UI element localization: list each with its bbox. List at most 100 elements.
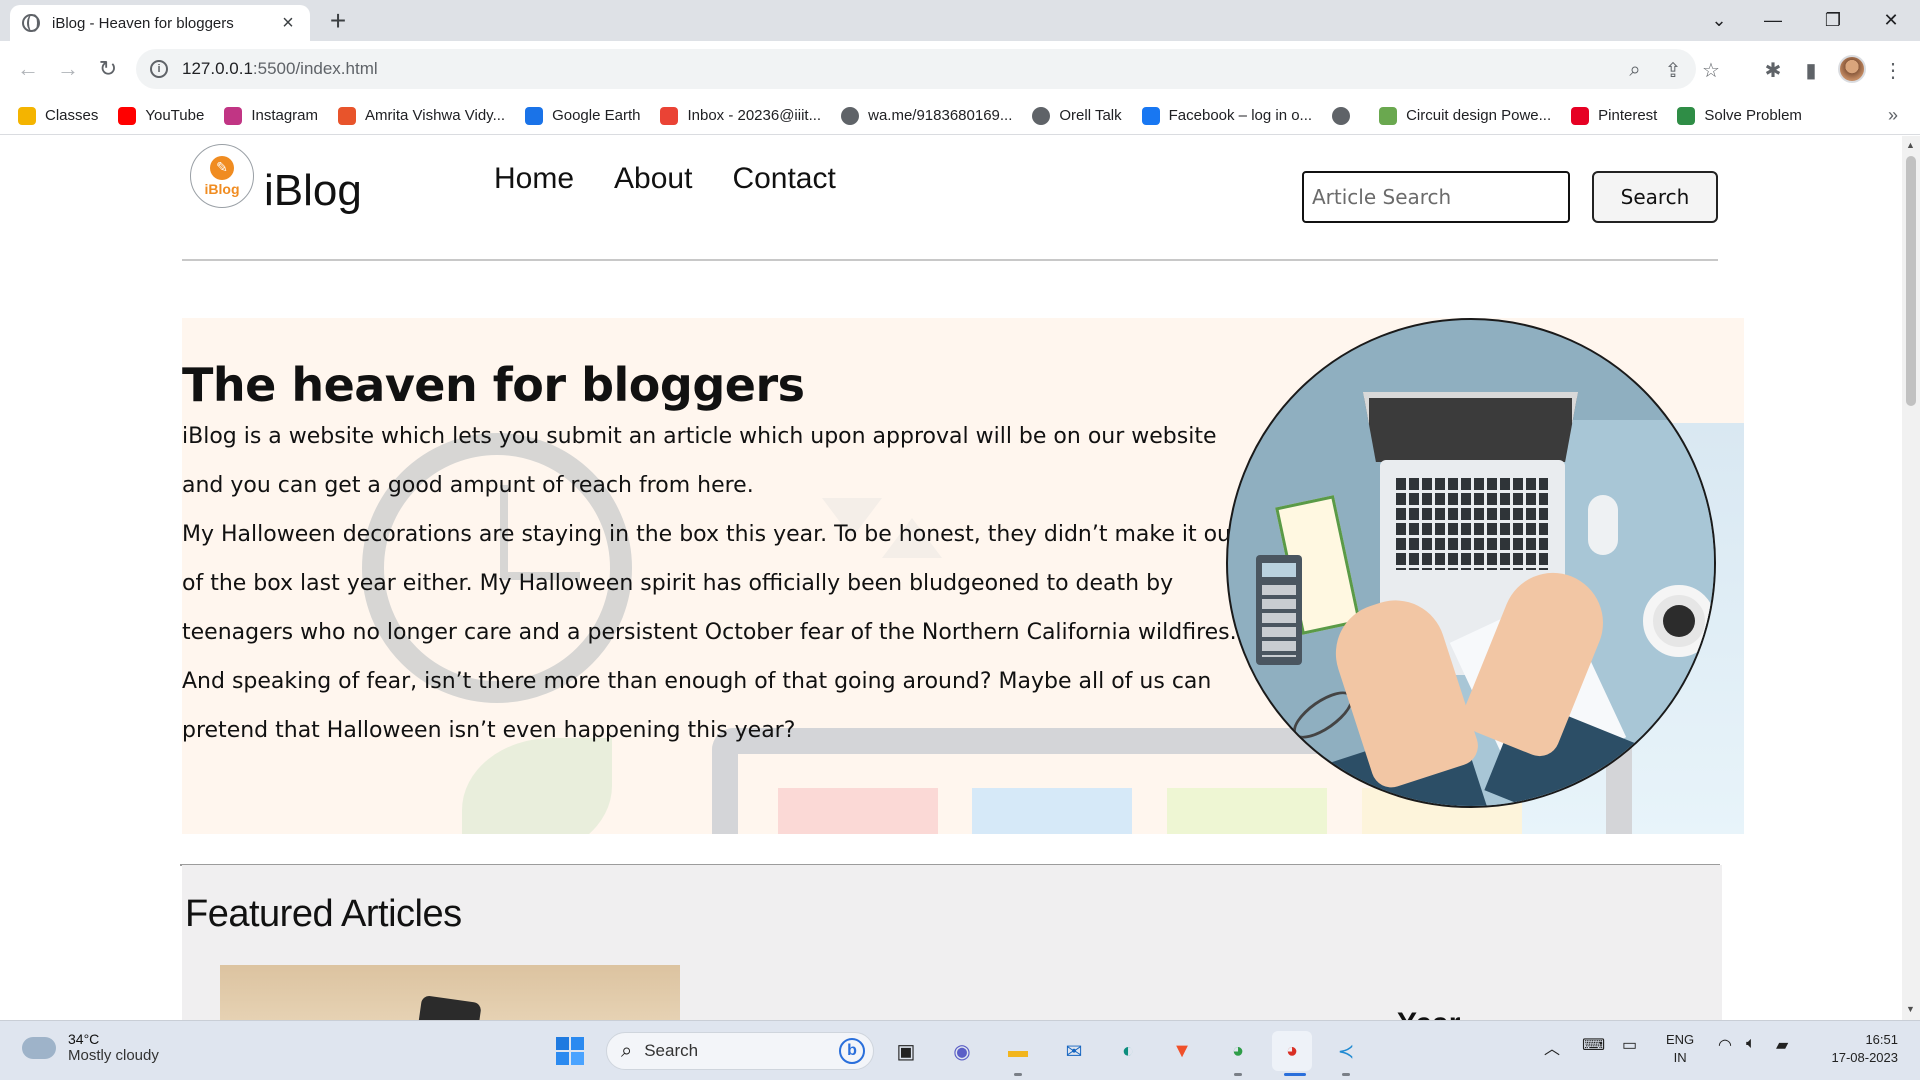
profile-avatar[interactable] [1838, 55, 1866, 83]
side-panel-icon[interactable]: ▮ [1798, 57, 1824, 83]
bookmark-item[interactable]: Instagram [224, 106, 319, 125]
article-card-heading: Year [1397, 1007, 1460, 1020]
reload-button[interactable]: ↻ [90, 51, 126, 87]
volume-icon[interactable]: 🔈︎ [1746, 1035, 1756, 1053]
keyboard-icon[interactable]: ⌨ [1582, 1035, 1605, 1055]
bookmark-item[interactable]: Amrita Vishwa Vidy... [338, 106, 505, 125]
forward-button[interactable]: → [50, 51, 86, 87]
show-hidden-icons-chevron-icon[interactable]: ︿ [1544, 1035, 1560, 1059]
url-text: 127.0.0.1:5500/index.html [182, 59, 378, 78]
site-info-icon[interactable]: i [150, 60, 168, 78]
address-bar[interactable]: i 127.0.0.1:5500/index.html ⌕ ⇪ ☆ [136, 49, 1720, 89]
background-tile [778, 788, 938, 834]
minimize-button[interactable]: — [1750, 0, 1796, 41]
mail-icon[interactable]: ✉ [1054, 1031, 1094, 1071]
new-tab-button[interactable]: + [322, 5, 354, 37]
back-button[interactable]: ← [10, 51, 46, 87]
globe-icon [22, 14, 40, 32]
maximize-button[interactable]: ❐ [1810, 0, 1856, 41]
bookmark-item[interactable]: Pinterest [1571, 106, 1658, 125]
nav-about[interactable]: About [614, 162, 692, 196]
bookmark-item[interactable]: Solve Problem [1677, 106, 1802, 125]
temperature: 34°C [68, 1031, 100, 1047]
search-button[interactable]: Search [1592, 171, 1718, 223]
edge-icon[interactable]: ◐ [1108, 1031, 1148, 1071]
scroll-up-arrow-icon[interactable]: ▲ [1906, 140, 1915, 150]
taskbar-search[interactable]: ⌕ Search b [606, 1032, 874, 1070]
bookmarks-overflow-button[interactable]: » [1888, 105, 1898, 126]
bookmark-item[interactable]: Classes [18, 106, 98, 125]
article-search-input[interactable] [1302, 171, 1570, 223]
scrollbar-thumb[interactable] [1906, 156, 1916, 406]
hero-text: iBlog is a website which lets you submit… [182, 412, 1242, 755]
task-view-icon[interactable]: ▣ [886, 1031, 926, 1071]
geeksforgeeks-icon [1677, 106, 1696, 125]
workspace-circle-image [1226, 318, 1716, 808]
close-window-button[interactable]: ✕ [1868, 0, 1914, 41]
bookmark-item[interactable] [1332, 106, 1359, 125]
scroll-down-arrow-icon[interactable]: ▼ [1906, 1004, 1915, 1014]
chrome-active-icon[interactable]: ◕ [1272, 1031, 1312, 1071]
page-scrollbar[interactable]: ▲ ▼ [1902, 136, 1920, 1020]
bookmark-item[interactable]: Facebook – log in o... [1141, 106, 1313, 125]
bookmark-item[interactable]: Inbox - 20236@iiit... [660, 106, 822, 125]
facebook-icon [1141, 106, 1160, 125]
system-clock[interactable]: 16:51 17-08-2023 [1818, 1031, 1899, 1067]
laptop-screen [1363, 392, 1578, 462]
browser-toolbar: ← → ↻ i 127.0.0.1:5500/index.html ⌕ ⇪ ☆ … [0, 41, 1920, 97]
instagram-icon [224, 106, 243, 125]
tab-close-button[interactable]: × [278, 12, 298, 35]
pencil-icon: ✎ [210, 155, 234, 180]
hero-paragraph-2: My Halloween decorations are staying in … [182, 522, 1240, 743]
globe-icon [841, 106, 860, 125]
teams-chat-icon[interactable]: ◉ [942, 1031, 982, 1071]
bookmark-label: Inbox - 20236@iiit... [687, 107, 822, 124]
site-logo[interactable]: ✎ iBlog [190, 144, 254, 208]
bookmark-item[interactable]: Circuit design Powe... [1379, 106, 1551, 125]
brand-name[interactable]: iBlog [264, 166, 362, 216]
globe-icon [1032, 106, 1051, 125]
browser-tab-active[interactable]: iBlog - Heaven for bloggers × [10, 5, 310, 41]
hero-paragraph-1: iBlog is a website which lets you submit… [182, 424, 1217, 498]
brave-icon[interactable]: ▼ [1162, 1031, 1202, 1071]
windows-taskbar: 34°C Mostly cloudy ⌕ Search b ▣ ◉ ▬ ✉ ◐ … [0, 1020, 1920, 1080]
bookmark-item[interactable]: Google Earth [525, 106, 640, 125]
tab-search-button[interactable]: ⌄ [1696, 0, 1742, 41]
vscode-icon[interactable]: ≺ [1326, 1031, 1366, 1071]
pinterest-icon [1571, 106, 1590, 125]
tab-title: iBlog - Heaven for bloggers [52, 14, 234, 32]
language-indicator[interactable]: ENG IN [1666, 1031, 1694, 1067]
share-icon[interactable]: ⇪ [1662, 59, 1684, 82]
bookmark-item[interactable]: wa.me/9183680169... [841, 106, 1012, 125]
tab-strip: iBlog - Heaven for bloggers × + ⌄ — ❐ ✕ [0, 0, 1920, 41]
menu-kebab-icon[interactable]: ⋮ [1880, 57, 1906, 83]
date: 17-08-2023 [1831, 1050, 1899, 1065]
bookmark-label: Pinterest [1598, 107, 1658, 124]
bookmark-star-icon[interactable]: ☆ [1700, 59, 1722, 82]
bookmarks-bar: Classes YouTube Instagram Amrita Vishwa Vid… [0, 97, 1920, 135]
chrome-profile-icon[interactable]: ◕ [1218, 1031, 1258, 1071]
wifi-icon[interactable]: ◠ [1718, 1035, 1732, 1055]
nav-contact[interactable]: Contact [732, 162, 835, 196]
bookmark-item[interactable]: YouTube [118, 106, 204, 125]
nav-home[interactable]: Home [494, 162, 574, 196]
windows-start-icon[interactable] [550, 1031, 590, 1071]
bookmark-item[interactable]: Orell Talk [1032, 106, 1122, 125]
file-explorer-icon[interactable]: ▬ [998, 1031, 1038, 1071]
background-tile [972, 788, 1132, 834]
device-icon[interactable]: ▭ [1622, 1035, 1637, 1055]
header-divider [182, 259, 1718, 261]
extensions-icon[interactable]: ✱ [1760, 57, 1786, 83]
article-card-image[interactable] [220, 965, 680, 1020]
time: 16:51 [1865, 1032, 1898, 1047]
weather-widget[interactable]: 34°C Mostly cloudy [22, 1028, 159, 1064]
bing-icon[interactable]: b [839, 1038, 865, 1064]
calculator-illustration [1256, 555, 1302, 665]
bookmark-label: Facebook – log in o... [1168, 107, 1313, 124]
zoom-icon[interactable]: ⌕ [1624, 59, 1646, 81]
bookmark-label: Instagram [251, 107, 319, 124]
taskbar-search-label: Search [644, 1041, 699, 1060]
globe-icon [1332, 106, 1351, 125]
page-viewport: ✎ iBlog iBlog Home About Contact Search … [0, 136, 1902, 1020]
battery-icon[interactable]: ▰ [1776, 1035, 1788, 1055]
